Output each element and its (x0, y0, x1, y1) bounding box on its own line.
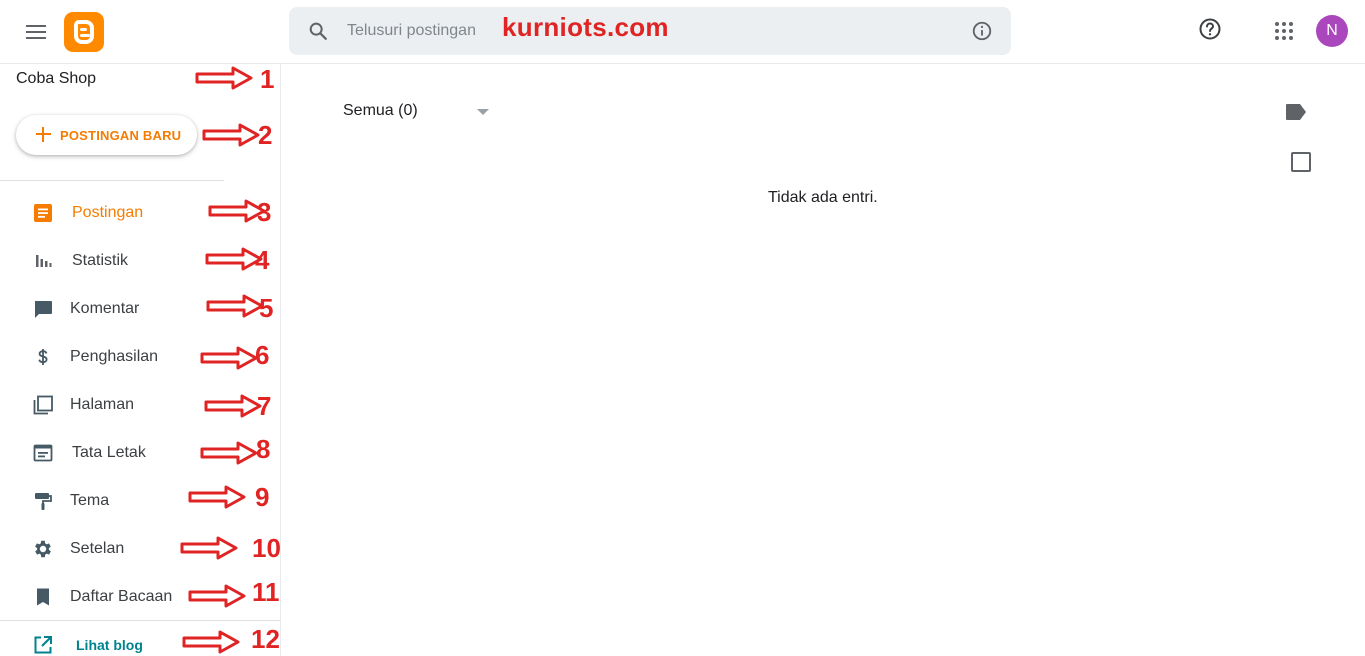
bookmark-icon (37, 588, 49, 606)
chevron-down-icon[interactable] (477, 109, 489, 115)
view-blog-label: Lihat blog (76, 637, 143, 653)
new-post-label: POSTINGAN BARU (60, 128, 182, 143)
annotation-arrow (195, 66, 253, 90)
sidebar-item-pages[interactable]: Halaman (0, 384, 230, 424)
annotation-number: 11 (252, 577, 280, 607)
sidebar-item-earnings[interactable]: Penghasilan (0, 336, 230, 376)
annotation-arrow (200, 441, 258, 465)
annotation-arrow (180, 536, 238, 560)
annotation-number: 5 (259, 293, 274, 323)
blog-selector[interactable]: Coba Shop (16, 70, 96, 88)
annotation-arrow (204, 394, 262, 418)
annotation-arrow (188, 485, 246, 509)
annotation-number: 10 (252, 533, 281, 563)
sidebar-item-posts[interactable]: Postingan (0, 192, 230, 232)
label-icon[interactable] (1285, 103, 1307, 121)
annotation-number: 12 (251, 624, 280, 654)
new-post-button[interactable]: POSTINGAN BARU (16, 115, 197, 155)
apps-grid-icon[interactable] (1273, 20, 1295, 42)
top-app-bar: kurniots.com N (0, 0, 1365, 64)
empty-state-message: Tidak ada entri. (768, 189, 878, 206)
dollar-icon (38, 349, 48, 365)
sidebar-item-stats[interactable]: Statistik (0, 240, 230, 280)
annotation-number: 2 (258, 120, 273, 150)
layout-icon (33, 444, 53, 462)
sidebar-item-label: Penghasilan (70, 348, 159, 365)
search-bar: kurniots.com (289, 7, 1011, 55)
menu-icon[interactable] (20, 16, 52, 48)
sidebar-item-label: Tata Letak (72, 444, 146, 461)
annotation-arrow (206, 294, 264, 318)
annotation-number: 6 (255, 340, 270, 370)
info-icon[interactable] (971, 20, 993, 42)
sidebar-item-label: Halaman (70, 396, 135, 413)
annotation-arrow (202, 123, 260, 147)
avatar[interactable]: N (1316, 15, 1348, 47)
sidebar-item-label: Setelan (70, 540, 125, 557)
annotation-number: 4 (255, 245, 270, 275)
sidebar-item-label: Tema (70, 492, 110, 509)
pages-icon (33, 395, 53, 415)
divider (0, 180, 224, 181)
plus-icon (36, 127, 51, 142)
annotation-number: 8 (256, 434, 271, 464)
open-in-new-icon (34, 636, 52, 654)
sidebar-item-comments[interactable]: Komentar (0, 288, 230, 328)
help-icon[interactable] (1198, 17, 1222, 41)
blogger-logo[interactable] (64, 12, 104, 52)
sidebar-item-label: Postingan (72, 204, 144, 221)
annotation-arrow (188, 584, 246, 608)
watermark-text: kurniots.com (502, 12, 669, 42)
sidebar-item-label: Komentar (70, 300, 140, 317)
search-input[interactable] (347, 19, 487, 43)
sidebar-item-layout[interactable]: Tata Letak (0, 432, 230, 472)
annotation-arrow (200, 346, 258, 370)
paint-roller-icon (35, 493, 52, 510)
annotation-number: 7 (257, 391, 272, 421)
posts-icon (34, 204, 52, 222)
stats-icon (36, 255, 52, 267)
search-icon[interactable] (307, 20, 329, 42)
comment-icon (35, 301, 52, 318)
post-filter-select[interactable]: Semua (0) (343, 102, 418, 120)
select-all-checkbox[interactable] (1291, 152, 1311, 172)
sidebar-item-label: Daftar Bacaan (70, 588, 173, 605)
divider (0, 620, 281, 621)
annotation-number: 1 (260, 64, 275, 94)
gear-icon (35, 540, 51, 558)
annotation-number: 9 (255, 482, 270, 512)
annotation-number: 3 (257, 197, 272, 227)
annotation-arrow (182, 630, 240, 654)
sidebar-item-label: Statistik (72, 252, 129, 269)
